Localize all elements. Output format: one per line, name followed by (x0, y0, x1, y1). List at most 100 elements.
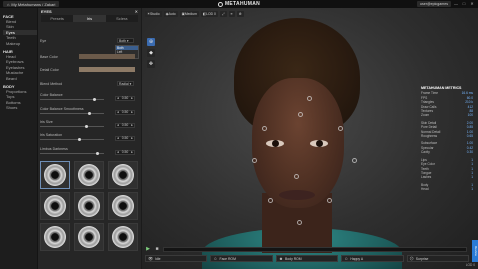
tab-sclera[interactable]: Sclera (106, 15, 138, 22)
panel-header: EYES ✕ (38, 8, 141, 15)
sculpt-handle[interactable] (268, 198, 273, 203)
color-balance-smoothness-slider[interactable] (40, 112, 104, 115)
account-button[interactable]: user@epicgames (416, 1, 451, 7)
metric-value: 0.65 (466, 134, 473, 139)
blend-method-dropdown[interactable]: Radial ▾ (117, 81, 134, 86)
iris-preset[interactable] (74, 161, 104, 189)
color-balance-field[interactable]: ◂ 0.50 ▸ (115, 96, 135, 101)
character-eye-right (310, 140, 328, 147)
sculpt-handle[interactable] (327, 198, 332, 203)
iris-saturation-field[interactable]: ◂ 0.50 ▸ (115, 136, 135, 141)
tab-iris[interactable]: Iris (73, 15, 106, 22)
stop-icon[interactable]: ■ (154, 246, 160, 252)
panel-tabs: Presets Iris Sclera (41, 15, 138, 22)
limbus-darkness-field[interactable]: ◂ 0.50 ▸ (115, 150, 135, 155)
slider-knob[interactable] (92, 98, 96, 101)
base-color-swatch[interactable] (79, 54, 135, 59)
metrics-overlay: METAHUMAN METRICS Frame Time 16.6 ms FPS 60… (421, 86, 473, 192)
menu-icon: ≡ (230, 12, 233, 16)
color-balance-slider[interactable] (40, 98, 104, 101)
left-nav: FACE Blend Skin Eyes Teeth Makeup HAIR H… (0, 8, 37, 269)
lod-button[interactable]: ◧ LOD 0 (200, 11, 218, 17)
metric-key: Roughness (421, 134, 438, 139)
anim-idle-button[interactable]: 👁 Idle (145, 255, 208, 262)
gear-icon: ⚙ (238, 12, 242, 16)
iris-preset[interactable] (108, 223, 138, 251)
limbus-darkness-slider[interactable] (40, 152, 104, 155)
expand-icon: ⤢ (221, 12, 225, 16)
iris-thumbnail (78, 164, 100, 186)
viewport[interactable]: ☀ Studio ◉ Auto ▣ Medium ◧ LOD 0 ⤢ ≡ ⚙ ⊕ ◆ ✥… (142, 8, 478, 269)
metric-value: 1 (471, 187, 473, 192)
minimize-button[interactable]: — (453, 1, 459, 7)
move-tool-button[interactable]: ⊕ (147, 38, 155, 46)
anim-body-rom-button[interactable]: ☻ Body ROM (275, 255, 339, 262)
sculpt-handle[interactable] (294, 174, 299, 179)
slider-knob[interactable] (84, 125, 88, 128)
lighting-button[interactable]: ☀ Studio (145, 11, 162, 17)
close-window-button[interactable]: ✕ (469, 1, 475, 7)
settings-button[interactable]: ⚙ (236, 11, 244, 17)
iris-size-slider[interactable] (40, 125, 104, 128)
anim-surprise-button[interactable]: ☹ Surprise (406, 255, 470, 262)
detail-color-label: Detail Color (40, 67, 59, 72)
iris-preset[interactable] (108, 192, 138, 220)
detail-color-swatch[interactable] (79, 67, 135, 72)
iris-preset[interactable] (40, 161, 70, 189)
iris-preset[interactable] (40, 223, 70, 251)
camera-button[interactable]: ◉ Auto (163, 11, 178, 17)
iris-saturation-slider[interactable] (40, 138, 104, 141)
eye-type-dropdown[interactable]: Both ▾ (117, 38, 134, 43)
quality-button[interactable]: ▣ Medium (179, 11, 199, 17)
iris-size-field[interactable]: ◂ 0.50 ▸ (115, 123, 135, 128)
sculpt-handle[interactable] (298, 112, 303, 117)
sculpt-handle[interactable] (338, 126, 343, 131)
anim-happy-button[interactable]: ☺ Happy A (341, 255, 404, 262)
iris-preset[interactable] (74, 223, 104, 251)
anim-face-rom-button[interactable]: ☺ Face ROM (210, 255, 273, 262)
metric-key: Cavity (421, 150, 430, 155)
pan-tool-button[interactable]: ✥ (147, 60, 155, 68)
iris-thumbnail (78, 195, 100, 217)
body-icon: ☻ (278, 256, 284, 261)
play-icon[interactable]: ▶ (145, 246, 151, 252)
close-panel-icon[interactable]: ✕ (135, 9, 138, 14)
timeline-track[interactable] (163, 246, 467, 252)
sculpt-handle[interactable] (252, 158, 257, 163)
iris-thumbnail (112, 195, 134, 217)
nav-item-beard[interactable]: Beard (3, 76, 37, 81)
metric-key: Head (421, 187, 429, 192)
color-balance-smoothness-field[interactable]: ◂ 0.50 ▸ (115, 110, 135, 115)
sculpt-handle[interactable] (352, 158, 357, 163)
eye-type-label: Eye (40, 38, 47, 43)
sculpt-tool-button[interactable]: ◆ (147, 49, 155, 57)
sculpt-handle[interactable] (297, 220, 302, 225)
base-color-label: Base Color (40, 54, 58, 59)
face-icon: ☺ (213, 256, 218, 261)
happy-icon: ☺ (344, 256, 349, 261)
iris-thumbnail (44, 226, 66, 248)
sculpt-handle[interactable] (307, 96, 312, 101)
slider-label: Color Balance Smoothness (40, 106, 84, 111)
viewport-toolbar: ☀ Studio ◉ Auto ▣ Medium ◧ LOD 0 ⤢ ≡ ⚙ (145, 11, 244, 17)
home-icon: ⌂ (7, 1, 10, 7)
metric-value: 1 (471, 175, 473, 180)
iris-preset[interactable] (108, 161, 138, 189)
lod-indicator: LOD 0 (465, 263, 475, 267)
review-side-tab[interactable]: Review (472, 240, 478, 262)
project-tab[interactable]: ⌂ My Metahumans / Zakari (3, 1, 60, 7)
iris-preset[interactable] (40, 192, 70, 220)
sculpt-handle[interactable] (262, 126, 267, 131)
window-controls: user@epicgames — □ ✕ (416, 1, 475, 7)
tab-presets[interactable]: Presets (41, 15, 73, 22)
panel-title: EYES (41, 9, 52, 14)
nav-item-makeup[interactable]: Makeup (3, 41, 37, 46)
character-eye-left (266, 140, 284, 147)
maximize-button[interactable]: □ (461, 1, 467, 7)
iris-thumbnail (112, 226, 134, 248)
iris-preset[interactable] (74, 192, 104, 220)
view-menu-button[interactable]: ≡ (228, 11, 235, 17)
nav-item-shoes[interactable]: Shoes (3, 105, 37, 110)
fullscreen-button[interactable]: ⤢ (219, 11, 227, 17)
timeline: ▶ ■ (145, 245, 467, 253)
